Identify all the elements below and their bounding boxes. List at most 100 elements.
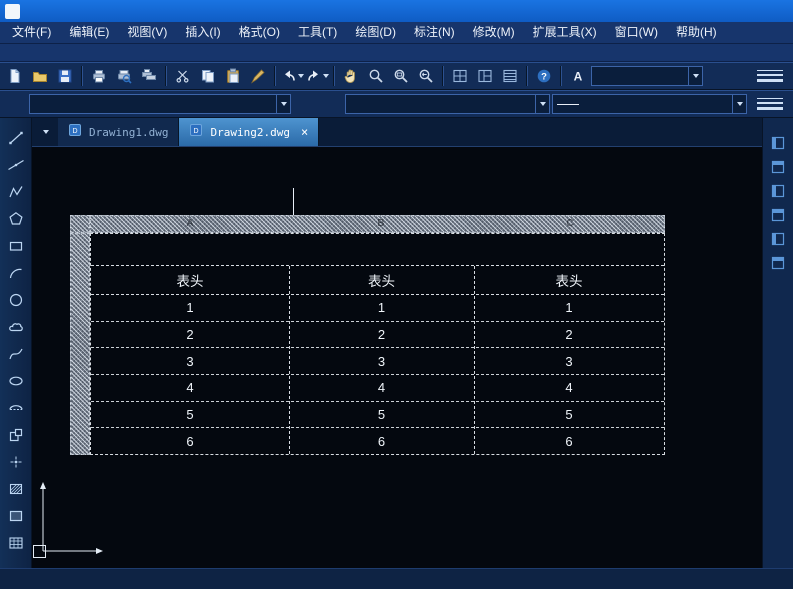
ellipse-arc-tool-button[interactable]: [3, 397, 29, 423]
chevron-down-icon[interactable]: [323, 74, 329, 78]
rectangle-tool-button[interactable]: [3, 235, 29, 261]
chevron-down-icon[interactable]: [298, 74, 304, 78]
quick-calc-panel-button[interactable]: [766, 254, 790, 274]
help-button[interactable]: ?: [532, 65, 556, 87]
revision-cloud-tool-button[interactable]: [3, 316, 29, 342]
plot-button[interactable]: [87, 65, 111, 87]
table-header-cell[interactable]: 表头: [91, 266, 289, 294]
table-cell[interactable]: 5: [91, 402, 289, 428]
layer-previous-button[interactable]: [319, 93, 343, 115]
ellipse-tool-button[interactable]: [3, 370, 29, 396]
minimize-button[interactable]: [703, 0, 733, 22]
table-cell[interactable]: 5: [289, 402, 474, 428]
drawing-canvas[interactable]: ABC 表头表头表头 111222333444555666: [32, 147, 762, 568]
cut-button[interactable]: [171, 65, 195, 87]
tab-scroll-right-button[interactable]: [742, 118, 762, 146]
construction-line-tool-button[interactable]: [3, 154, 29, 180]
circle-tool-button[interactable]: [3, 289, 29, 315]
menu-express[interactable]: 扩展工具(X): [524, 22, 606, 43]
close-button[interactable]: [763, 0, 793, 22]
region-tool-button[interactable]: [3, 505, 29, 531]
menu-draw[interactable]: 绘图(D): [346, 22, 405, 43]
save-button[interactable]: [53, 65, 77, 87]
table-title-cell[interactable]: [91, 234, 664, 266]
doc-tab-2[interactable]: DDrawing2.dwg×: [179, 118, 319, 146]
table-row-indicator[interactable]: [70, 233, 90, 455]
table-header-cell[interactable]: 表头: [289, 266, 474, 294]
table-cell[interactable]: 1: [474, 295, 664, 321]
zoom-realtime-button[interactable]: [364, 65, 388, 87]
redo-button[interactable]: [305, 65, 329, 87]
paste-button[interactable]: [221, 65, 245, 87]
hatch-tool-button[interactable]: [3, 478, 29, 504]
menu-view[interactable]: 视图(V): [118, 22, 176, 43]
menu-help[interactable]: 帮助(H): [667, 22, 726, 43]
menu-file[interactable]: 文件(F): [3, 22, 60, 43]
lineweight-combo[interactable]: [750, 98, 790, 110]
copy-button[interactable]: [196, 65, 220, 87]
menu-modify[interactable]: 修改(M): [464, 22, 524, 43]
table-cell[interactable]: 6: [474, 428, 664, 454]
tab-scroll-left-button[interactable]: [722, 118, 742, 146]
table-cell[interactable]: 1: [289, 295, 474, 321]
chevron-down-icon[interactable]: [688, 67, 702, 85]
menu-tools[interactable]: 工具(T): [289, 22, 346, 43]
tool-palettes-panel-button[interactable]: [766, 158, 790, 178]
sheet-set-manager-button[interactable]: [498, 65, 522, 87]
menu-window[interactable]: 窗口(W): [606, 22, 667, 43]
menu-dimension[interactable]: 标注(N): [405, 22, 464, 43]
arc-tool-button[interactable]: [3, 262, 29, 288]
table-cell[interactable]: 2: [289, 322, 474, 348]
color-combo[interactable]: [345, 94, 550, 114]
zoom-window-button[interactable]: [389, 65, 413, 87]
table-cell[interactable]: 4: [289, 375, 474, 401]
text-style-button[interactable]: A: [566, 65, 590, 87]
table-tool-button[interactable]: [3, 532, 29, 558]
table-cell[interactable]: 4: [91, 375, 289, 401]
chevron-down-icon[interactable]: [276, 95, 290, 113]
table-cell[interactable]: 3: [474, 348, 664, 374]
match-properties-button[interactable]: [246, 65, 270, 87]
insert-block-tool-button[interactable]: [3, 424, 29, 450]
new-button[interactable]: [3, 65, 27, 87]
document-tab-menu-button[interactable]: [32, 118, 58, 146]
spline-tool-button[interactable]: [3, 343, 29, 369]
properties-panel-button[interactable]: [766, 134, 790, 154]
tab-close-icon[interactable]: ×: [301, 126, 308, 138]
doc-tab-1[interactable]: DDrawing1.dwg: [58, 118, 179, 146]
linetype-combo[interactable]: [552, 94, 747, 114]
table-cell[interactable]: 3: [289, 348, 474, 374]
polyline-tool-button[interactable]: [3, 181, 29, 207]
open-button[interactable]: [28, 65, 52, 87]
plot-preview-button[interactable]: [112, 65, 136, 87]
table-cell[interactable]: 2: [474, 322, 664, 348]
markup-panel-button[interactable]: [766, 230, 790, 250]
chevron-down-icon[interactable]: [535, 95, 549, 113]
new-tab-button[interactable]: [319, 118, 345, 146]
design-center-panel-button[interactable]: [766, 206, 790, 226]
table-cell[interactable]: 5: [474, 402, 664, 428]
table-cell[interactable]: 4: [474, 375, 664, 401]
table-cell[interactable]: 1: [91, 295, 289, 321]
undo-button[interactable]: [280, 65, 304, 87]
layer-manager-button[interactable]: [3, 93, 27, 115]
table-cell[interactable]: 2: [91, 322, 289, 348]
menu-insert[interactable]: 插入(I): [176, 22, 229, 43]
layer-combo[interactable]: [29, 94, 291, 114]
make-object-layer-current-button[interactable]: [293, 93, 317, 115]
table-column-indicator[interactable]: ABC: [90, 215, 665, 233]
zoom-previous-button[interactable]: [414, 65, 438, 87]
table-header-cell[interactable]: 表头: [474, 266, 664, 294]
viewports-button[interactable]: [473, 65, 497, 87]
table-cell[interactable]: 6: [91, 428, 289, 454]
chevron-down-icon[interactable]: [732, 95, 746, 113]
maximize-button[interactable]: [733, 0, 763, 22]
pan-button[interactable]: [339, 65, 363, 87]
table-cell[interactable]: 3: [91, 348, 289, 374]
table-body[interactable]: 表头表头表头 111222333444555666: [90, 233, 665, 455]
menu-format[interactable]: 格式(O): [230, 22, 289, 43]
menu-edit[interactable]: 编辑(E): [60, 22, 118, 43]
style-combo[interactable]: [591, 66, 703, 86]
point-tool-button[interactable]: [3, 451, 29, 477]
polygon-tool-button[interactable]: [3, 208, 29, 234]
